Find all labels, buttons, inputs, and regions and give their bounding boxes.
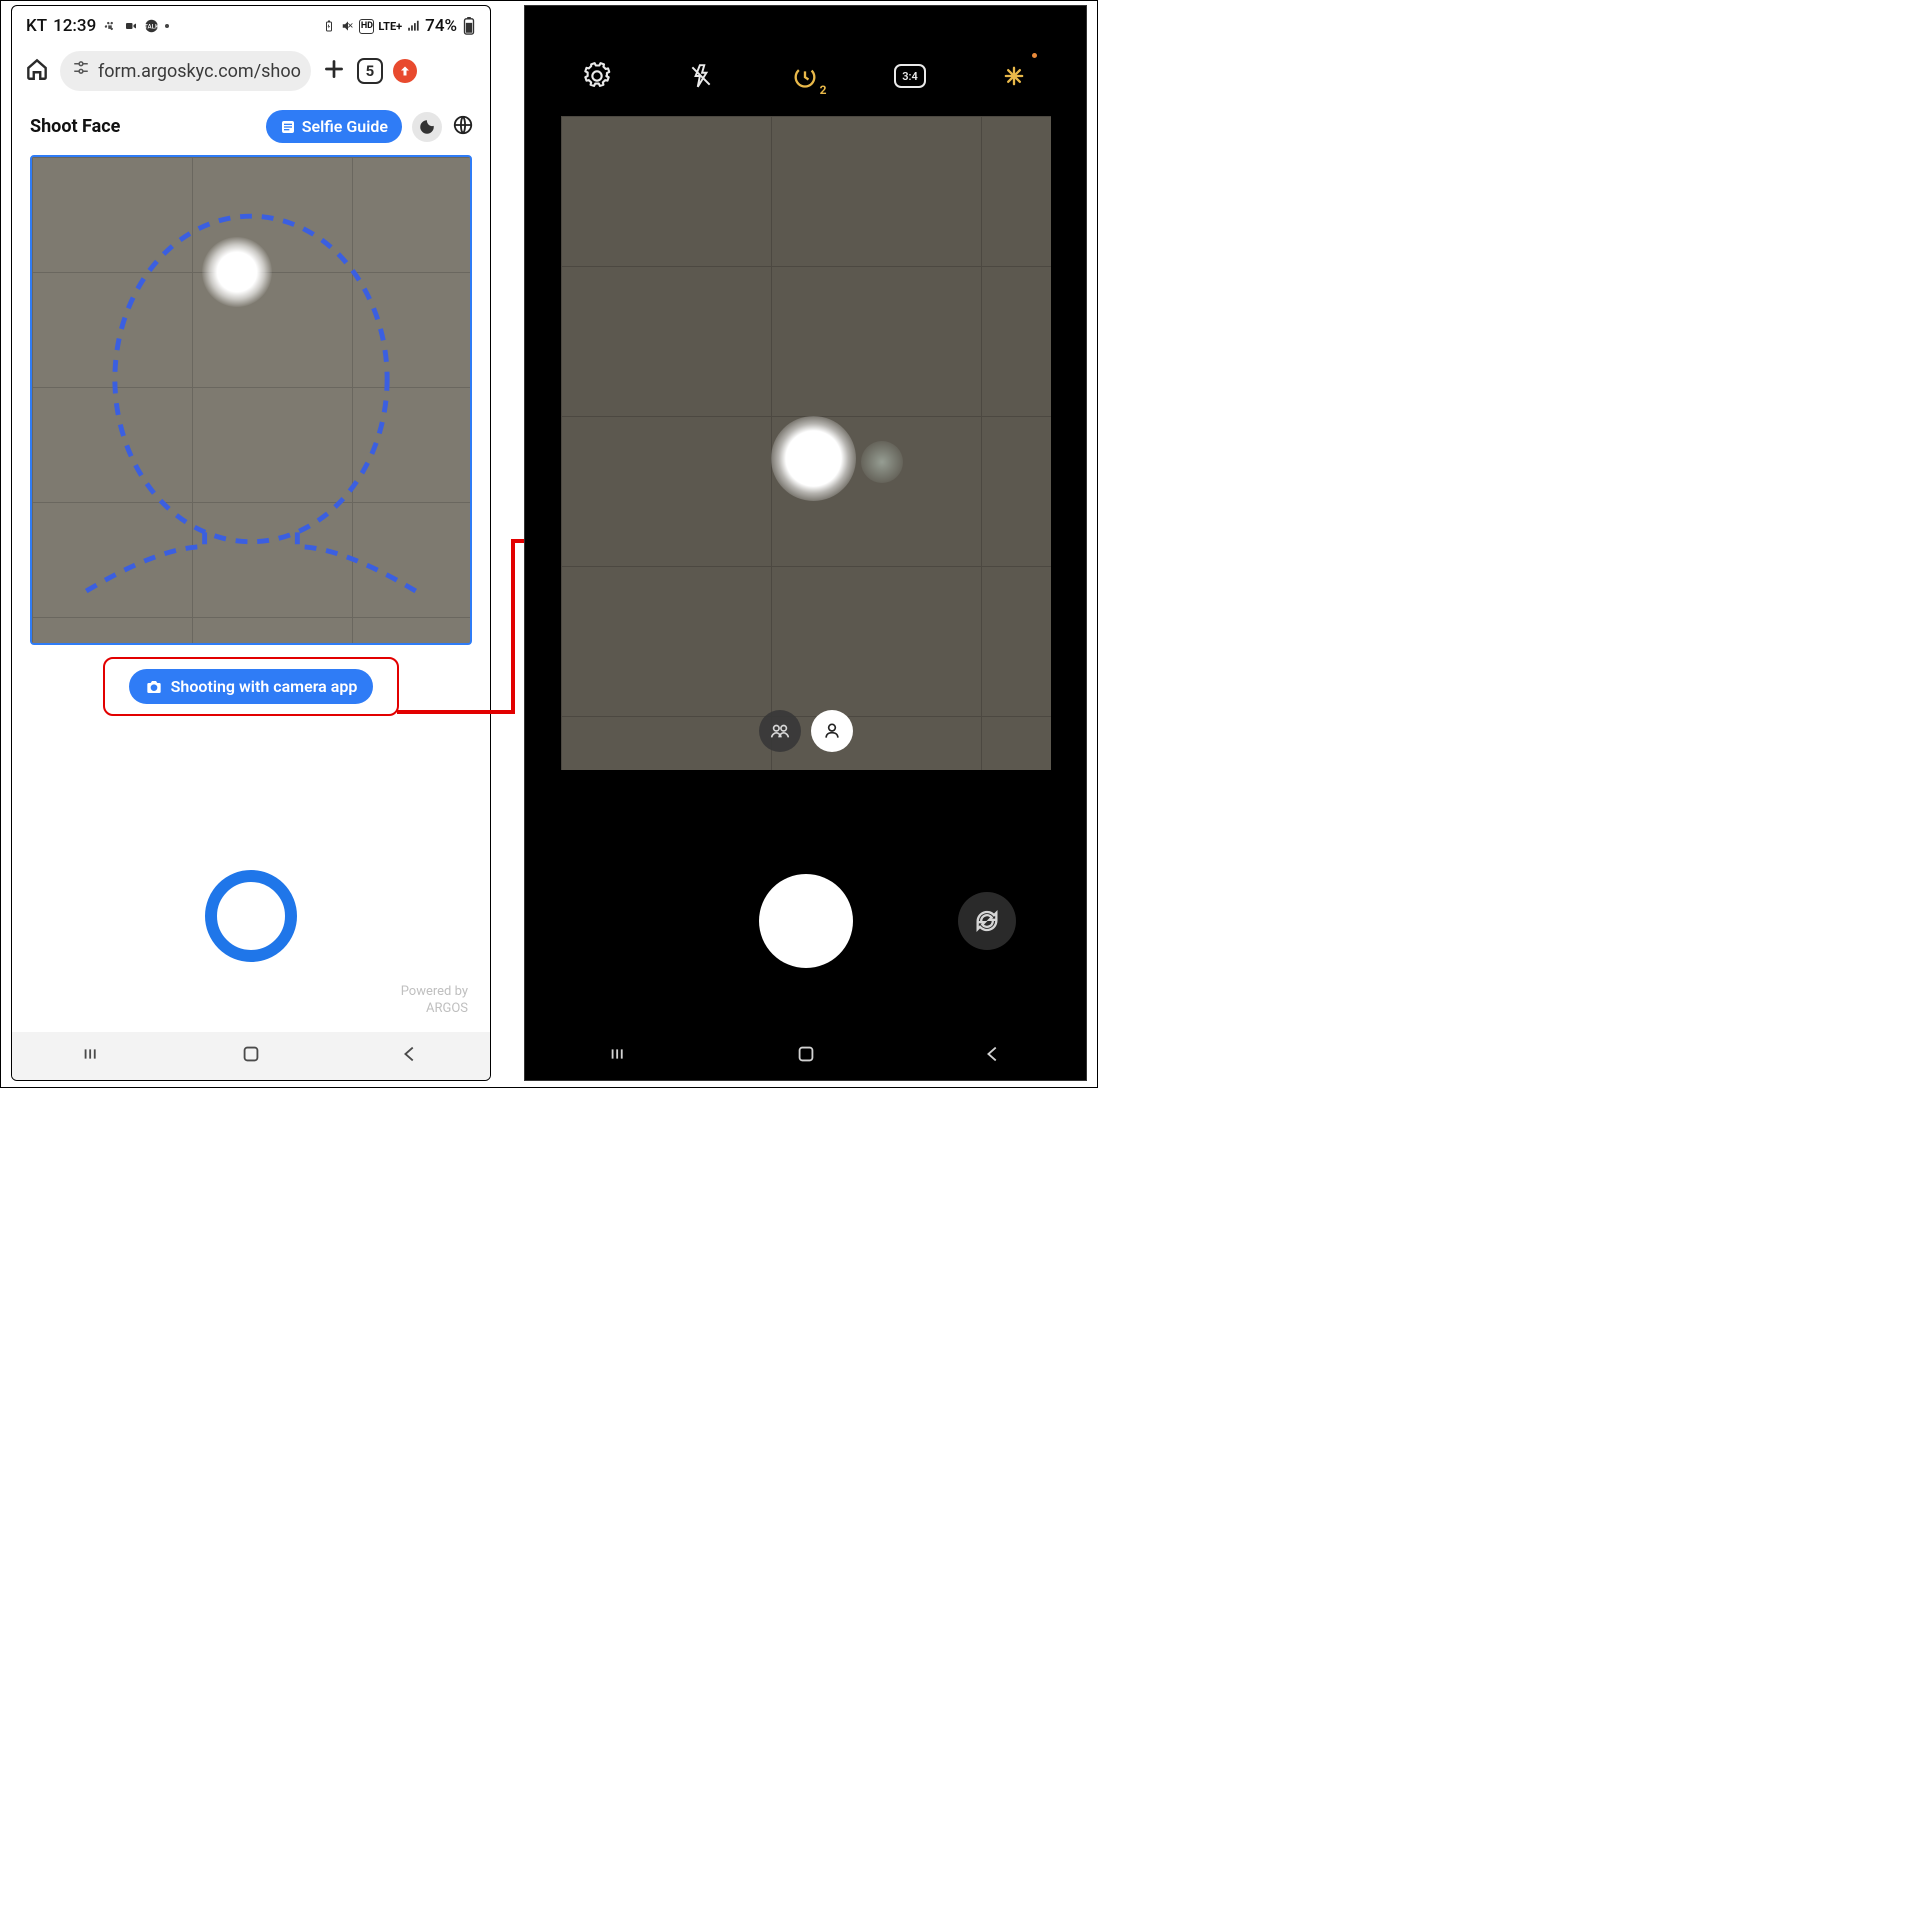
aspect-ratio-icon[interactable]: 3:4: [893, 59, 927, 93]
indicator-dot: [1032, 53, 1037, 58]
status-bar: KT 12:39 TALK HD: [12, 6, 490, 42]
app-header: Shoot Face Selfie Guide: [12, 100, 490, 151]
extension-icon[interactable]: [393, 59, 417, 83]
back-button[interactable]: [399, 1043, 421, 1069]
battery-percentage: 74%: [425, 16, 457, 36]
powered-by: Powered by ARGOS: [401, 984, 468, 1018]
battery-icon: [461, 19, 476, 34]
switch-camera-button[interactable]: [958, 892, 1016, 950]
camera-preview: [30, 155, 472, 645]
shoot-with-camera-button[interactable]: Shooting with camera app: [129, 669, 374, 704]
clock: 12:39: [53, 16, 96, 36]
chat-icon: TALK: [144, 19, 159, 34]
svg-text:3:4: 3:4: [902, 70, 918, 83]
browser-phone: KT 12:39 TALK HD: [11, 5, 491, 1081]
hd-icon: HD: [359, 19, 374, 34]
annotation-arrow: [397, 710, 513, 714]
shutter-button[interactable]: [759, 874, 853, 968]
camera-app-phone: 2 3:4: [524, 5, 1087, 1081]
more-indicator: [165, 24, 169, 28]
timer-icon[interactable]: 2: [788, 59, 822, 93]
home-button[interactable]: [240, 1043, 262, 1069]
selfie-guide-button[interactable]: Selfie Guide: [266, 110, 402, 143]
svg-text:TALK: TALK: [144, 23, 159, 31]
url-text: form.argoskyc.com/shoo: [98, 61, 301, 82]
recents-button[interactable]: [81, 1043, 103, 1069]
timer-value: 2: [820, 83, 827, 97]
tab-count[interactable]: 5: [357, 58, 383, 84]
camera-top-toolbar: 2 3:4: [525, 6, 1086, 116]
slack-icon: [102, 19, 117, 34]
dark-mode-toggle[interactable]: [412, 112, 442, 142]
magic-wand-icon[interactable]: [997, 59, 1031, 93]
annotation-arrow: [511, 539, 515, 714]
home-button[interactable]: [795, 1043, 817, 1069]
people-mode-toggle: [759, 710, 853, 752]
back-button[interactable]: [982, 1043, 1004, 1069]
url-bar[interactable]: form.argoskyc.com/shoo: [60, 51, 311, 91]
new-tab-icon[interactable]: [321, 56, 347, 86]
flash-off-icon[interactable]: [684, 59, 718, 93]
video-icon: [123, 19, 138, 34]
gear-icon[interactable]: [580, 59, 614, 93]
site-settings-icon[interactable]: [72, 60, 90, 83]
browser-toolbar: form.argoskyc.com/shoo 5: [12, 42, 490, 100]
action-callout: Shooting with camera app: [103, 657, 399, 716]
ceiling-light: [771, 416, 856, 501]
signal-icon: [406, 19, 421, 34]
recents-button[interactable]: [608, 1043, 630, 1069]
battery-saver-icon: [321, 19, 336, 34]
android-nav-bar: [12, 1032, 490, 1080]
shoot-button-label: Shooting with camera app: [171, 677, 358, 696]
camera-viewfinder: [561, 116, 1051, 770]
lens-flare: [861, 441, 903, 483]
page-title: Shoot Face: [30, 116, 120, 137]
group-mode-button[interactable]: [759, 710, 801, 752]
face-outline-guide: [32, 157, 470, 640]
capture-button[interactable]: [205, 870, 297, 962]
home-icon[interactable]: [24, 56, 50, 86]
single-mode-button[interactable]: [811, 710, 853, 752]
camera-icon: [145, 679, 163, 695]
carrier: KT: [26, 16, 47, 36]
network-type: LTE+: [378, 20, 402, 33]
shutter-controls: [525, 866, 1086, 976]
mute-icon: [340, 19, 355, 34]
android-nav-bar: [525, 1032, 1086, 1080]
globe-icon[interactable]: [452, 114, 474, 140]
selfie-guide-label: Selfie Guide: [302, 117, 388, 136]
